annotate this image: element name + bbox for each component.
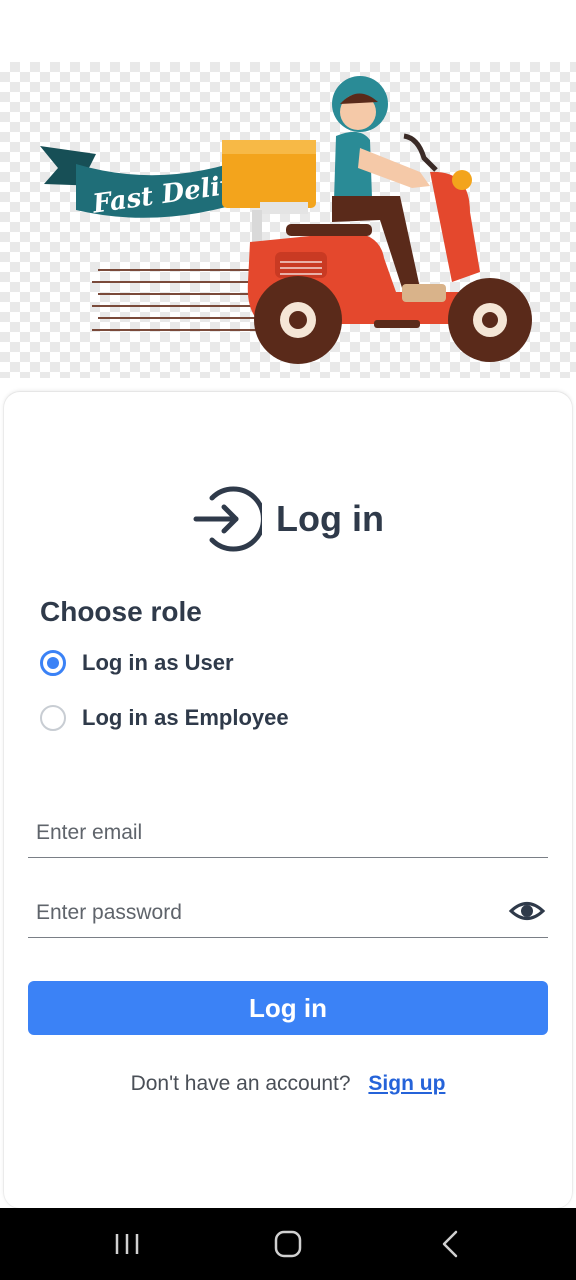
role-user-label: Log in as User — [82, 650, 234, 675]
recents-icon[interactable] — [112, 1226, 142, 1262]
login-card: Log in Choose role Log in as User Log in… — [4, 392, 572, 1208]
status-bar — [0, 0, 576, 62]
password-input[interactable] — [34, 896, 498, 930]
no-account-text: Don't have an account? — [130, 1072, 351, 1095]
email-field — [28, 808, 548, 858]
signup-link[interactable]: Sign up — [368, 1072, 445, 1095]
login-arrow-icon — [193, 486, 263, 552]
choose-role-heading: Choose role — [40, 596, 202, 627]
role-option-employee[interactable]: Log in as Employee — [40, 705, 289, 731]
role-employee-label: Log in as Employee — [82, 705, 289, 730]
role-option-user[interactable]: Log in as User — [40, 650, 234, 676]
system-nav-bar — [0, 1208, 576, 1280]
login-header: Log in — [4, 484, 572, 554]
back-icon[interactable] — [436, 1226, 464, 1262]
role-user-radio[interactable] — [40, 650, 66, 676]
hero-image: Fast Delivery — [0, 62, 576, 378]
email-input[interactable] — [34, 816, 498, 850]
signup-prompt: Don't have an account? Sign up — [4, 1072, 572, 1096]
home-icon[interactable] — [272, 1226, 304, 1262]
role-employee-radio[interactable] — [40, 705, 66, 731]
page-title: Log in — [276, 498, 384, 539]
login-button[interactable]: Log in — [28, 981, 548, 1035]
password-field — [28, 888, 548, 938]
delivery-scooter-illustration: Fast Delivery — [40, 76, 532, 364]
eye-icon[interactable] — [508, 894, 546, 928]
